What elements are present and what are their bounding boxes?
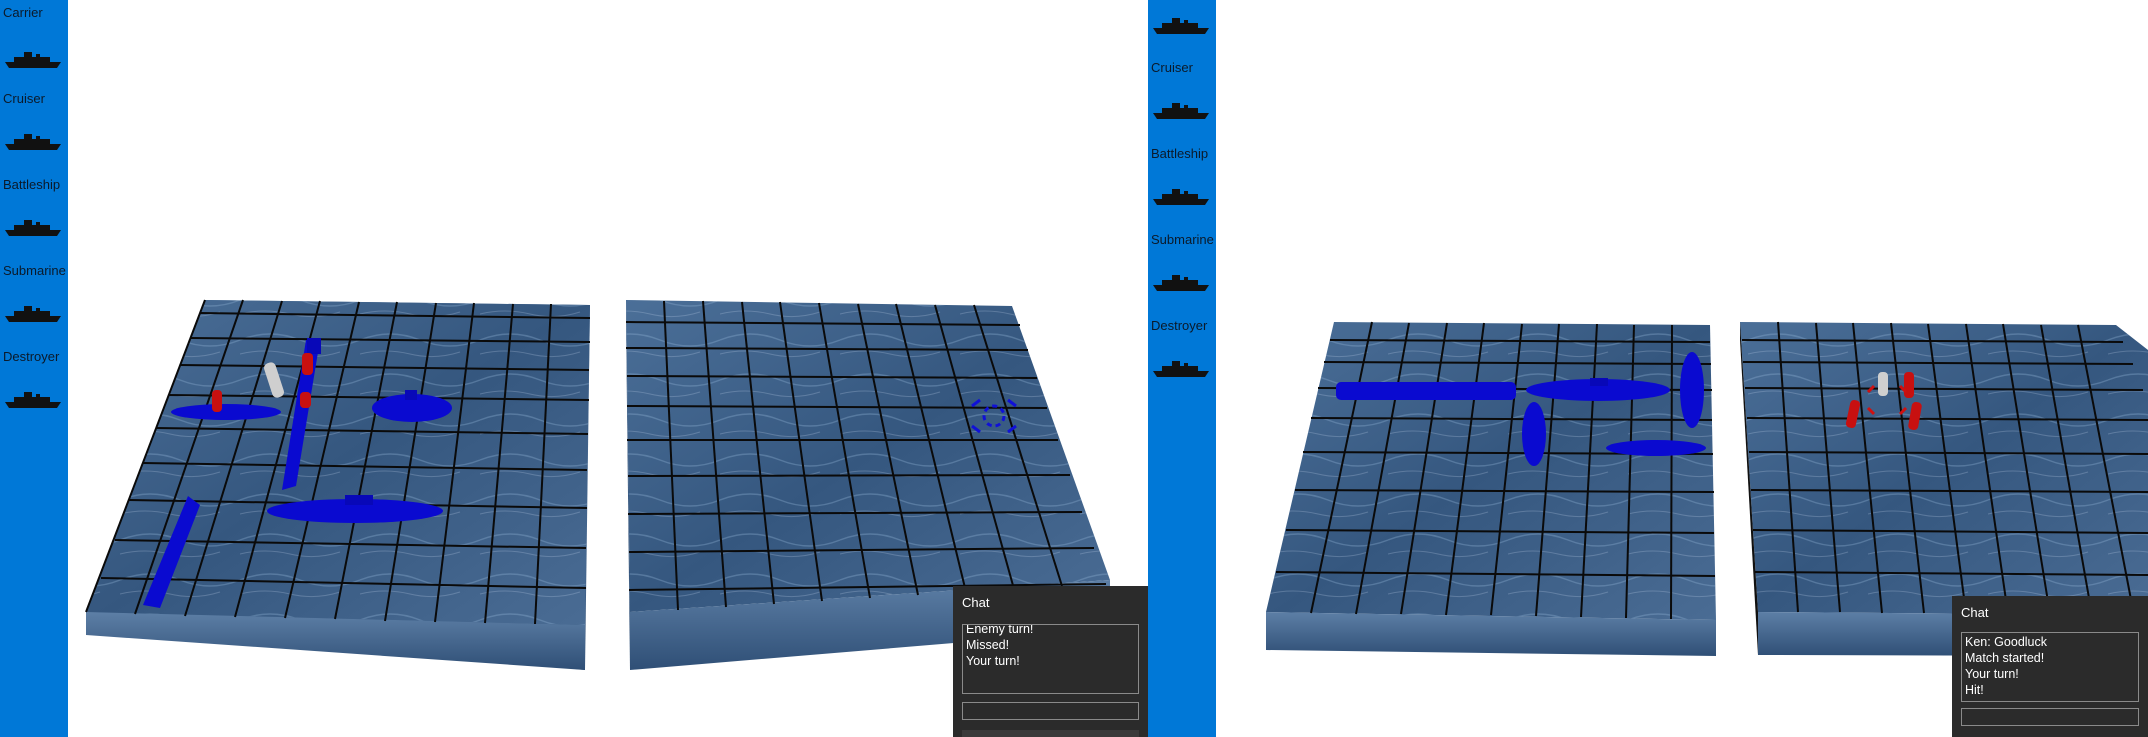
chat-message: Hit! — [1965, 683, 1984, 697]
hit-peg — [300, 392, 311, 408]
chat-message: Enemy turn! — [966, 624, 1034, 636]
destroyer-ship — [1680, 352, 1704, 428]
chat-title: Chat — [962, 595, 990, 610]
battleship-ship — [1606, 440, 1706, 456]
hit-peg — [212, 390, 222, 412]
chat-log[interactable]: Ken: Goodluck Match started! Your turn! … — [1961, 632, 2139, 702]
submarine-ship — [171, 404, 281, 420]
hit-peg — [302, 353, 313, 375]
chat-panel: Chat Enemy turn! Missed! Your turn! — [953, 586, 1148, 737]
chat-message: Match started! — [1965, 651, 2045, 665]
carrier-ship — [1336, 382, 1516, 400]
chat-message: Your turn! — [966, 654, 1020, 668]
right-game-window: Cruiser Battleship Submarine Destroyer C… — [1148, 0, 2148, 737]
chat-message: Missed! — [966, 638, 1010, 652]
chat-log[interactable]: Enemy turn! Missed! Your turn! — [962, 624, 1139, 694]
chat-message: Your turn! — [1965, 667, 2019, 681]
chat-input[interactable] — [1961, 708, 2139, 726]
chat-send-button[interactable] — [962, 730, 1139, 737]
player-board[interactable] — [1266, 321, 1716, 656]
chat-title: Chat — [1961, 605, 1989, 620]
cruiser-ship — [1522, 402, 1546, 466]
player-board[interactable] — [85, 299, 591, 670]
chat-message: Ken: Goodluck — [1965, 635, 2047, 649]
left-game-window: Carrier Cruiser Battleship Submarine Des… — [0, 0, 1148, 737]
chat-panel: Chat Ken: Goodluck Match started! Your t… — [1952, 596, 2148, 737]
miss-peg — [1878, 372, 1888, 396]
hit-peg — [1904, 372, 1914, 398]
chat-input[interactable] — [962, 702, 1139, 720]
